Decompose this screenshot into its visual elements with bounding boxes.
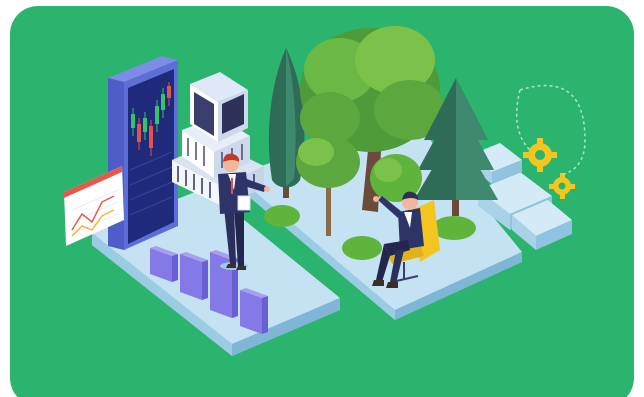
illustration-stage: [0, 0, 644, 397]
isometric-scene: [10, 6, 634, 397]
